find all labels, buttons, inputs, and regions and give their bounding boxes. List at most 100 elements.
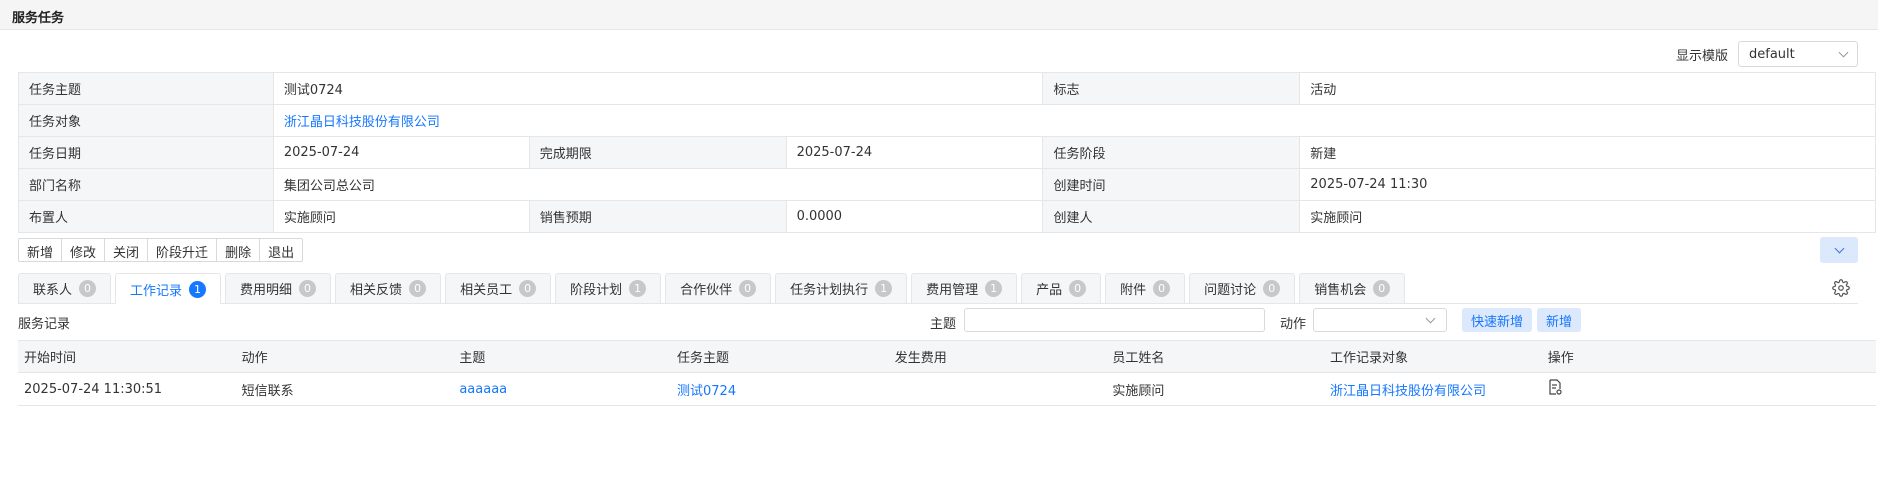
tab-label: 合作伙伴	[680, 283, 733, 298]
tab-label: 问题讨论	[1204, 283, 1257, 298]
cell-task-theme: 测试0724	[671, 372, 889, 406]
tab-expense-management[interactable]: 费用管理 1	[911, 273, 1018, 303]
cell-target: 浙江晶日科技股份有限公司	[1324, 372, 1542, 406]
tab-label: 费用管理	[926, 283, 979, 298]
records-toolbar: 服务记录 主题 动作 快速新增 新增	[18, 308, 1858, 336]
view-document-icon[interactable]	[1548, 379, 1562, 395]
quick-add-button[interactable]: 快速新增	[1462, 308, 1533, 332]
task-theme-link[interactable]: 测试0724	[677, 384, 736, 399]
table-header-row: 开始时间 动作 主题 任务主题 发生费用 员工姓名 工作记录对象 操作	[18, 340, 1876, 373]
info-row: 任务主题 测试0724 标志 活动	[18, 72, 1876, 105]
template-selector-row: 显示模版 default	[1676, 41, 1858, 67]
info-row: 任务日期 2025-07-24 完成期限 2025-07-24 任务阶段 新建	[18, 136, 1876, 169]
edit-button[interactable]: 修改	[61, 238, 106, 262]
value-creator: 实施顾问	[1299, 200, 1876, 233]
tab-related-staff[interactable]: 相关员工 0	[445, 273, 552, 303]
info-row: 任务对象 浙江晶日科技股份有限公司	[18, 104, 1877, 137]
tab-sales-opportunities[interactable]: 销售机会 0	[1299, 273, 1406, 303]
label-deadline: 完成期限	[528, 136, 787, 169]
collapse-button[interactable]	[1820, 237, 1858, 263]
tab-stage-plan[interactable]: 阶段计划 1	[555, 273, 662, 303]
tab-label: 阶段计划	[570, 283, 623, 298]
chevron-down-icon	[1834, 243, 1844, 253]
cell-theme: aaaaaa	[453, 372, 672, 406]
tab-label: 工作记录	[130, 283, 183, 299]
template-value: default	[1749, 46, 1795, 62]
action-filter-select[interactable]	[1313, 308, 1447, 332]
tab-count-badge: 1	[875, 280, 893, 297]
tab-count-badge: 0	[1153, 280, 1171, 297]
delete-button[interactable]: 删除	[216, 238, 261, 262]
tab-attachments[interactable]: 附件 0	[1105, 273, 1186, 303]
col-cost: 发生费用	[888, 340, 1107, 373]
label-sales-expectation: 销售预期	[528, 200, 787, 233]
tab-count-badge: 1	[629, 280, 647, 297]
stage-upgrade-button[interactable]: 阶段升迁	[147, 238, 218, 262]
exit-button[interactable]: 退出	[259, 238, 304, 262]
tab-count-badge: 0	[739, 280, 757, 297]
target-link[interactable]: 浙江晶日科技股份有限公司	[1330, 384, 1486, 399]
task-object-link[interactable]: 浙江晶日科技股份有限公司	[284, 115, 440, 130]
tab-feedback[interactable]: 相关反馈 0	[335, 273, 442, 303]
tab-discussions[interactable]: 问题讨论 0	[1189, 273, 1296, 303]
chevron-down-icon	[1425, 313, 1436, 323]
value-task-theme: 测试0724	[272, 72, 1044, 105]
tab-work-records[interactable]: 工作记录 1	[115, 273, 222, 304]
tab-count-badge: 0	[1069, 280, 1087, 297]
add-button[interactable]: 新增	[18, 238, 63, 262]
info-row: 布置人 实施顾问 销售预期 0.0000 创建人 实施顾问	[18, 200, 1876, 233]
label-department: 部门名称	[18, 168, 274, 201]
value-deadline: 2025-07-24	[785, 136, 1044, 169]
template-label: 显示模版	[1675, 48, 1728, 64]
table-row[interactable]: 2025-07-24 11:30:51 短信联系 aaaaaa 测试0724 实…	[18, 372, 1876, 406]
records-table: 开始时间 动作 主题 任务主题 发生费用 员工姓名 工作记录对象 操作 2025…	[18, 340, 1876, 406]
tab-count-badge: 0	[519, 280, 537, 297]
tab-bar: 联系人 0 工作记录 1 费用明细 0 相关反馈 0 相关员工 0 阶段计划 1 合作伙伴 0…	[18, 273, 1858, 304]
label-task-object: 任务对象	[18, 104, 274, 137]
cell-start-time: 2025-07-24 11:30:51	[18, 372, 236, 406]
theme-filter-label: 主题	[930, 317, 957, 332]
col-target: 工作记录对象	[1324, 340, 1542, 373]
task-info-table: 任务主题 测试0724 标志 活动 任务对象 浙江晶日科技股份有限公司 任务日期…	[18, 72, 1877, 233]
tab-count-badge: 0	[1263, 280, 1281, 297]
label-task-theme: 任务主题	[18, 72, 274, 105]
add-record-button[interactable]: 新增	[1537, 308, 1582, 332]
label-creator: 创建人	[1042, 200, 1301, 233]
tab-expense-details[interactable]: 费用明细 0	[225, 273, 332, 303]
value-task-object-cell: 浙江晶日科技股份有限公司	[272, 104, 1877, 137]
tab-count-badge: 1	[985, 280, 1003, 297]
col-task-theme: 任务主题	[671, 340, 889, 373]
tab-label: 任务计划执行	[790, 283, 869, 298]
theme-filter-input[interactable]	[964, 308, 1265, 332]
gear-icon[interactable]	[1832, 279, 1850, 297]
tab-count-badge: 0	[299, 280, 317, 297]
tab-products[interactable]: 产品 0	[1021, 273, 1102, 303]
info-row: 部门名称 集团公司总公司 创建时间 2025-07-24 11:30	[18, 168, 1876, 201]
tab-plan-execution[interactable]: 任务计划执行 1	[775, 273, 908, 303]
tab-label: 销售机会	[1314, 283, 1367, 298]
template-select[interactable]: default	[1738, 41, 1858, 67]
col-start-time: 开始时间	[18, 340, 236, 373]
value-flag: 活动	[1299, 72, 1876, 105]
tab-count-badge: 0	[409, 280, 427, 297]
tab-count-badge: 0	[79, 280, 97, 297]
label-created-time: 创建时间	[1042, 168, 1301, 201]
tab-contacts[interactable]: 联系人 0	[18, 273, 112, 303]
action-filter-label: 动作	[1280, 317, 1307, 332]
cell-operation	[1541, 372, 1876, 406]
value-assigner: 实施顾问	[272, 200, 530, 233]
close-button[interactable]: 关闭	[104, 238, 149, 262]
tab-label: 费用明细	[240, 283, 293, 298]
theme-link[interactable]: aaaaaa	[459, 382, 507, 397]
value-department: 集团公司总公司	[272, 168, 1044, 201]
col-theme: 主题	[453, 340, 672, 373]
value-task-stage: 新建	[1299, 136, 1876, 169]
tab-label: 联系人	[33, 283, 73, 298]
tab-label: 附件	[1120, 283, 1147, 298]
action-toolbar: 新增 修改 关闭 阶段升迁 删除 退出	[18, 238, 304, 262]
col-action: 动作	[235, 340, 454, 373]
tab-partners[interactable]: 合作伙伴 0	[665, 273, 772, 303]
tab-label: 产品	[1036, 283, 1063, 298]
label-task-date: 任务日期	[18, 136, 274, 169]
tab-label: 相关反馈	[350, 283, 403, 298]
